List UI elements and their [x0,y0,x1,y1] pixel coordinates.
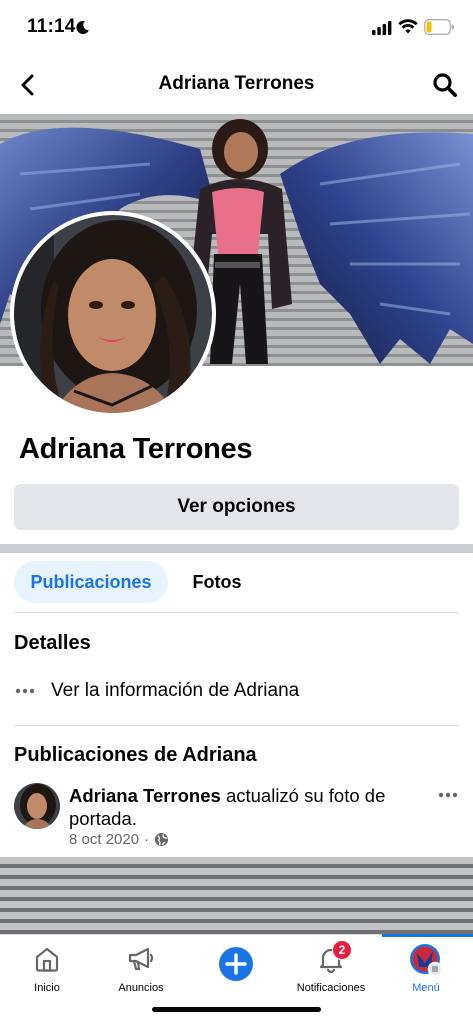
divider [14,612,459,613]
megaphone-icon [128,947,154,971]
post-date[interactable]: 8 oct 2020 [69,831,139,848]
posts-heading: Publicaciones de Adriana [14,744,257,766]
post-options-icon[interactable] [438,792,458,798]
post-meta: 8 oct 2020 · [69,831,169,848]
post-image[interactable] [0,857,473,935]
search-icon[interactable] [432,72,458,98]
nav-ads[interactable]: Anuncios [94,935,188,995]
nav-menu[interactable]: Menú [379,935,473,995]
home-indicator[interactable] [152,1007,321,1012]
see-options-button[interactable]: Ver opciones [14,484,459,530]
nav-notifications[interactable]: 2 Notificaciones [284,935,378,995]
status-time: 11:14 [27,16,76,37]
meta-separator: · [144,831,150,848]
profile-picture[interactable] [10,211,216,417]
nav-ads-label: Anuncios [118,982,164,994]
tab-posts[interactable]: Publicaciones [14,561,168,603]
divider [14,725,459,726]
details-heading: Detalles [14,632,91,654]
nav-header: Adriana Terrones [0,56,473,114]
nav-home[interactable]: Inicio [0,935,94,995]
profile-name: Adriana Terrones [19,433,253,465]
nav-home-label: Inicio [34,982,60,994]
home-icon [35,947,59,972]
plus-circle-icon [219,947,253,981]
signal-icon [372,21,392,35]
tab-photos[interactable]: Fotos [178,561,256,603]
profile-picture-image [14,215,212,413]
status-bar: 11:14 [0,0,473,56]
more-dots-icon [15,688,35,694]
nav-create[interactable] [189,935,283,995]
avatar-menu-icon [410,944,443,977]
moon-icon [76,20,89,34]
wifi-icon [398,19,418,34]
section-divider [0,544,473,553]
post-text: Adriana Terrones actualizó su foto de po… [69,784,414,830]
post-author-avatar[interactable] [14,783,60,829]
battery-icon [424,19,454,35]
notification-badge: 2 [332,940,352,960]
nav-notifications-label: Notificaciones [296,982,366,994]
page-title: Adriana Terrones [158,73,315,94]
see-info-link[interactable]: Ver la información de Adriana [51,680,299,702]
globe-icon [155,832,169,847]
nav-menu-label: Menú [412,982,440,994]
post-author[interactable]: Adriana Terrones [69,785,221,806]
